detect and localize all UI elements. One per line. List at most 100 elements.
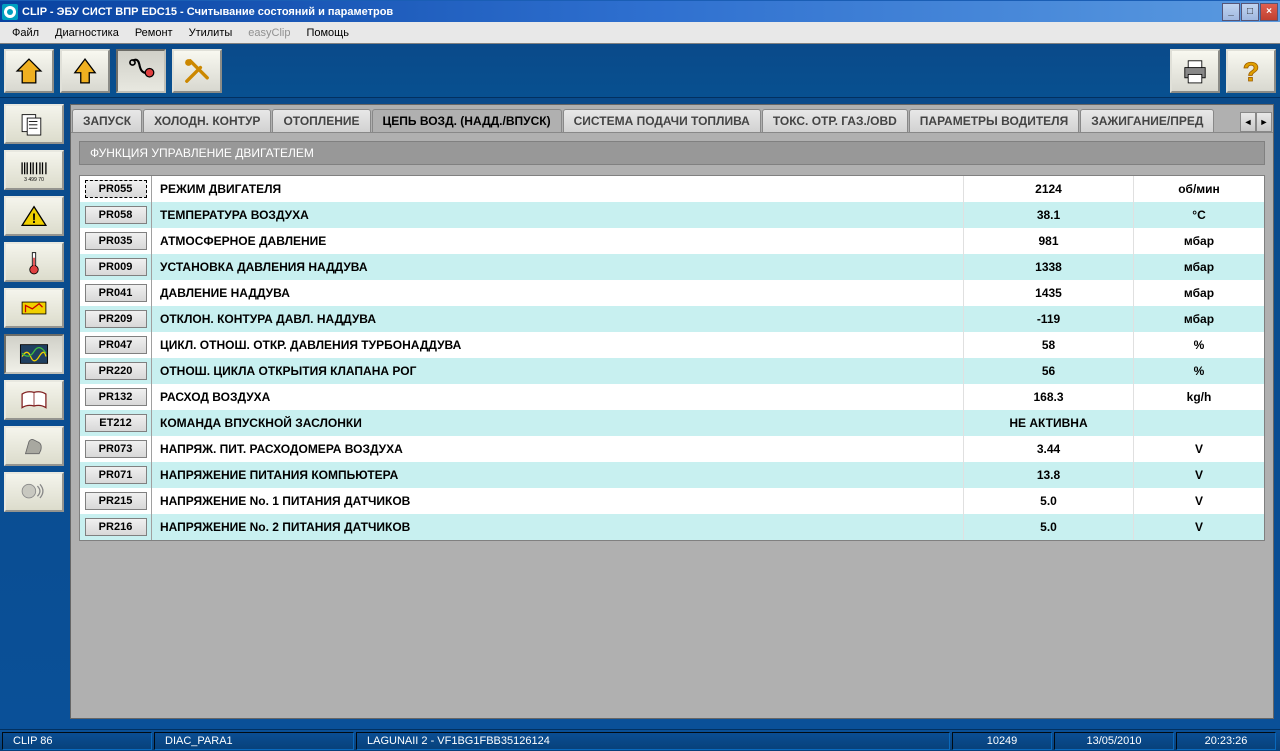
- gauge-icon: [17, 294, 51, 322]
- param-name: ЦИКЛ. ОТНОШ. ОТКР. ДАВЛЕНИЯ ТУРБОНАДДУВА: [152, 332, 964, 358]
- param-code-cell: PR209: [80, 306, 152, 332]
- param-unit: мбар: [1134, 280, 1264, 306]
- table-row[interactable]: PR058ТЕМПЕРАТУРА ВОЗДУХА38.1°C: [80, 202, 1264, 228]
- param-value: 2124: [964, 176, 1134, 202]
- param-code[interactable]: PR216: [85, 518, 147, 536]
- menu-bar: Файл Диагностика Ремонт Утилиты easyClip…: [0, 22, 1280, 44]
- param-name: ОТКЛОН. КОНТУРА ДАВЛ. НАДДУВА: [152, 306, 964, 332]
- side-barcode-button[interactable]: 3 499 70: [4, 150, 64, 190]
- table-row[interactable]: PR047 ЦИКЛ. ОТНОШ. ОТКР. ДАВЛЕНИЯ ТУРБОНА…: [80, 332, 1264, 358]
- up-button[interactable]: [60, 49, 110, 93]
- print-button[interactable]: [1170, 49, 1220, 93]
- param-value: 168.3: [964, 384, 1134, 410]
- param-code[interactable]: ET212: [85, 414, 147, 432]
- param-code-cell: PR132: [80, 384, 152, 410]
- side-warning-button[interactable]: !: [4, 196, 64, 236]
- param-unit: V: [1134, 462, 1264, 488]
- param-name: КОМАНДА ВПУСКНОЙ ЗАСЛОНКИ: [152, 410, 964, 436]
- diagnostics-button[interactable]: [116, 49, 166, 93]
- table-row[interactable]: PR216НАПРЯЖЕНИЕ No. 2 ПИТАНИЯ ДАТЧИКОВ5.…: [80, 514, 1264, 540]
- table-row[interactable]: PR071НАПРЯЖЕНИЕ ПИТАНИЯ КОМПЬЮТЕРА13.8V: [80, 462, 1264, 488]
- tab-3[interactable]: ЦЕПЬ ВОЗД. (НАДД./ВПУСК): [372, 109, 562, 132]
- param-code[interactable]: PR220: [85, 362, 147, 380]
- home-icon: [12, 54, 46, 88]
- table-row[interactable]: PR132 РАСХОД ВОЗДУХА168.3kg/h: [80, 384, 1264, 410]
- param-code-cell: PR215: [80, 488, 152, 514]
- param-code[interactable]: PR058: [85, 206, 147, 224]
- param-code-cell: PR047: [80, 332, 152, 358]
- param-code[interactable]: PR047: [85, 336, 147, 354]
- param-code[interactable]: PR035: [85, 232, 147, 250]
- param-code-cell: PR035: [80, 228, 152, 254]
- param-code-cell: PR055: [80, 176, 152, 202]
- menu-diagnostics[interactable]: Диагностика: [47, 25, 127, 41]
- tabs-scroll-right[interactable]: ►: [1256, 112, 1272, 132]
- param-value: 5.0: [964, 488, 1134, 514]
- main-toolbar: ?: [0, 44, 1280, 98]
- side-seat-button[interactable]: [4, 426, 64, 466]
- param-value: НЕ АКТИВНА: [964, 410, 1134, 436]
- param-code[interactable]: PR055: [85, 180, 147, 198]
- param-unit: kg/h: [1134, 384, 1264, 410]
- book-icon: [17, 386, 51, 414]
- tools-icon: [180, 54, 214, 88]
- minimize-button[interactable]: _: [1222, 3, 1240, 21]
- table-row[interactable]: PR073НАПРЯЖ. ПИТ. РАСХОДОМЕРА ВОЗДУХА3.4…: [80, 436, 1264, 462]
- maximize-button[interactable]: □: [1241, 3, 1259, 21]
- param-name: УСТАНОВКА ДАВЛЕНИЯ НАДДУВА: [152, 254, 964, 280]
- printer-icon: [1178, 54, 1212, 88]
- side-head-button[interactable]: [4, 472, 64, 512]
- table-row[interactable]: PR009УСТАНОВКА ДАВЛЕНИЯ НАДДУВА1338мбар: [80, 254, 1264, 280]
- param-code[interactable]: PR215: [85, 492, 147, 510]
- param-code[interactable]: PR209: [85, 310, 147, 328]
- table-row[interactable]: ET212 КОМАНДА ВПУСКНОЙ ЗАСЛОНКИНЕ АКТИВНА: [80, 410, 1264, 436]
- question-icon: ?: [1234, 54, 1268, 88]
- menu-utilities[interactable]: Утилиты: [181, 25, 241, 41]
- param-unit: %: [1134, 332, 1264, 358]
- svg-text:?: ?: [1243, 56, 1260, 87]
- help-button[interactable]: ?: [1226, 49, 1276, 93]
- param-code-cell: PR009: [80, 254, 152, 280]
- stethoscope-icon: [124, 54, 158, 88]
- tab-5[interactable]: ТОКС. ОТР. ГАЗ./OBD: [762, 109, 908, 132]
- param-value: -119: [964, 306, 1134, 332]
- home-button[interactable]: [4, 49, 54, 93]
- param-code[interactable]: PR009: [85, 258, 147, 276]
- menu-help[interactable]: Помощь: [298, 25, 357, 41]
- side-documents-button[interactable]: [4, 104, 64, 144]
- tab-0[interactable]: ЗАПУСК: [72, 109, 142, 132]
- side-waveform-button[interactable]: [4, 334, 64, 374]
- table-row[interactable]: PR055РЕЖИМ ДВИГАТЕЛЯ2124об/мин: [80, 176, 1264, 202]
- tools-button[interactable]: [172, 49, 222, 93]
- param-name: НАПРЯЖЕНИЕ ПИТАНИЯ КОМПЬЮТЕРА: [152, 462, 964, 488]
- param-code[interactable]: PR073: [85, 440, 147, 458]
- param-name: РЕЖИМ ДВИГАТЕЛЯ: [152, 176, 964, 202]
- param-code[interactable]: PR132: [85, 388, 147, 406]
- status-module: DIAC_PARA1: [154, 732, 354, 750]
- param-code[interactable]: PR041: [85, 284, 147, 302]
- side-thermometer-button[interactable]: [4, 242, 64, 282]
- tab-strip: ЗАПУСКХОЛОДН. КОНТУРОТОПЛЕНИЕЦЕПЬ ВОЗД. …: [71, 105, 1273, 133]
- tab-1[interactable]: ХОЛОДН. КОНТУР: [143, 109, 271, 132]
- menu-repair[interactable]: Ремонт: [127, 25, 181, 41]
- param-code[interactable]: PR071: [85, 466, 147, 484]
- tab-7[interactable]: ЗАЖИГАНИЕ/ПРЕД: [1080, 109, 1214, 132]
- menu-file[interactable]: Файл: [4, 25, 47, 41]
- table-row[interactable]: PR209ОТКЛОН. КОНТУРА ДАВЛ. НАДДУВА-119мб…: [80, 306, 1264, 332]
- tabs-scroll-left[interactable]: ◄: [1240, 112, 1256, 132]
- table-row[interactable]: PR220ОТНОШ. ЦИКЛА ОТКРЫТИЯ КЛАПАНА РОГ56…: [80, 358, 1264, 384]
- tab-4[interactable]: СИСТЕМА ПОДАЧИ ТОПЛИВА: [563, 109, 761, 132]
- close-button[interactable]: ×: [1260, 3, 1278, 21]
- table-row[interactable]: PR035АТМОСФЕРНОЕ ДАВЛЕНИЕ981мбар: [80, 228, 1264, 254]
- table-row[interactable]: PR041ДАВЛЕНИЕ НАДДУВА1435мбар: [80, 280, 1264, 306]
- side-manual-button[interactable]: [4, 380, 64, 420]
- param-name: РАСХОД ВОЗДУХА: [152, 384, 964, 410]
- workspace: 3 499 70 ! ЗАПУСКХОЛОДН. КОНТУРОТОПЛЕНИЕ…: [0, 98, 1280, 729]
- tab-6[interactable]: ПАРАМЕТРЫ ВОДИТЕЛЯ: [909, 109, 1079, 132]
- status-time: 20:23:26: [1176, 732, 1276, 750]
- side-gauge-button[interactable]: [4, 288, 64, 328]
- param-code-cell: PR220: [80, 358, 152, 384]
- app-icon: [2, 4, 18, 20]
- tab-2[interactable]: ОТОПЛЕНИЕ: [272, 109, 370, 132]
- table-row[interactable]: PR215НАПРЯЖЕНИЕ No. 1 ПИТАНИЯ ДАТЧИКОВ5.…: [80, 488, 1264, 514]
